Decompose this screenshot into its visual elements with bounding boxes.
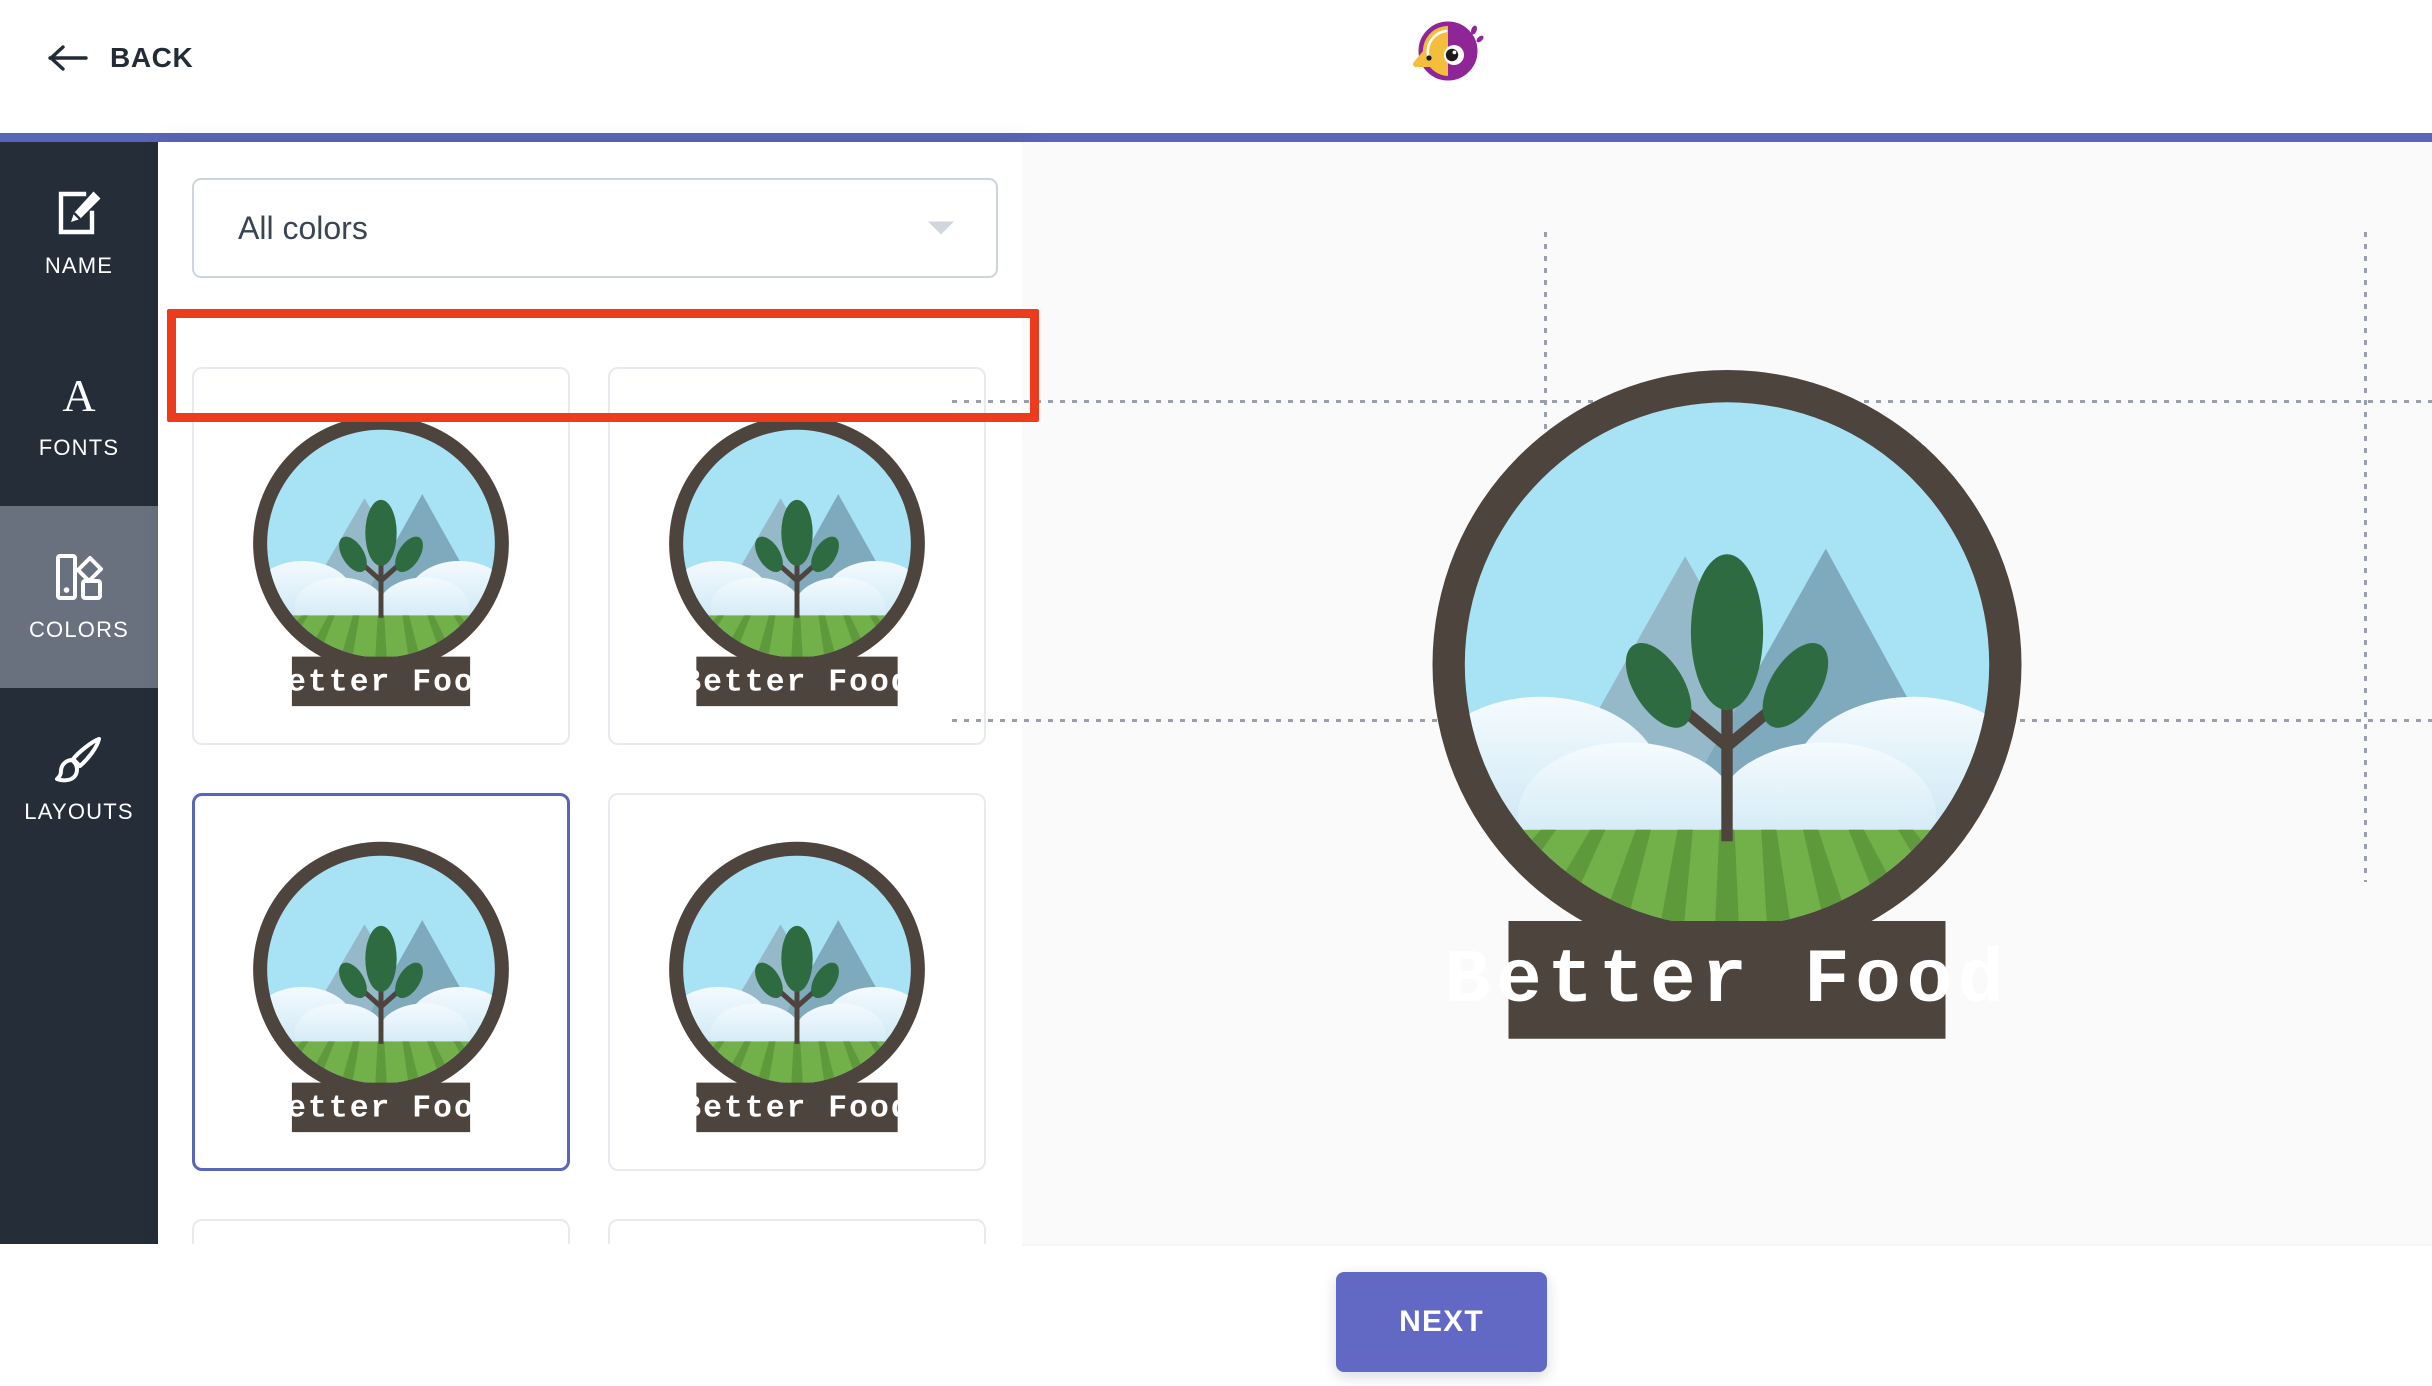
- options-panel: All colors Better Food Better Food Bette…: [158, 142, 1022, 1244]
- letter-a-serif-icon: A: [62, 370, 95, 421]
- sidebar-item-name-label: NAME: [44, 253, 114, 278]
- logo-preview-thumb: Better Food: [669, 841, 925, 1133]
- logo-thumbnail-card[interactable]: [608, 1219, 986, 1244]
- svg-text:Better Food: Better Food: [266, 665, 496, 700]
- paintbrush-icon: [55, 737, 101, 783]
- sidebar-item-fonts-label: FONTS: [38, 435, 120, 460]
- back-button-label: BACK: [110, 42, 194, 73]
- logo-preview-thumb: Better Food: [669, 415, 925, 707]
- svg-text:Better Food: Better Food: [266, 1091, 496, 1126]
- pencil-edit-icon: [58, 191, 101, 235]
- workspace: NAME A FONTS COLORS LAYOUTS All colors B…: [0, 142, 2432, 1244]
- svg-text:Better Food: Better Food: [682, 1091, 912, 1126]
- sidebar-item-colors-label: COLORS: [28, 617, 130, 642]
- logo-preview-thumb: Better Food: [253, 841, 509, 1133]
- logo-preview-thumb: Better Food: [253, 415, 509, 707]
- color-filter-wrapper: All colors: [192, 178, 998, 278]
- logo-brand-text: Better Food: [1445, 938, 2009, 1024]
- logo-main-preview: Better Food: [1432, 370, 2022, 1039]
- logo-preview-canvas: Better Food: [952, 142, 2432, 1244]
- logo-thumbnail-card[interactable]: Better Food: [608, 367, 986, 745]
- logo-thumbnail-card[interactable]: Better Food: [608, 793, 986, 1171]
- guide-line-vertical-right: [2364, 232, 2367, 882]
- logo-thumbnail-grid: Better Food Better Food Better Food Bett…: [192, 367, 1002, 1244]
- color-filter-value: All colors: [238, 209, 368, 246]
- logo-thumbnail-card[interactable]: Better Food: [192, 367, 570, 745]
- color-filter-dropdown[interactable]: All colors: [192, 178, 998, 278]
- arrow-left-icon: [48, 45, 88, 71]
- svg-text:A: A: [62, 370, 95, 421]
- next-button[interactable]: NEXT: [1336, 1272, 1547, 1372]
- sidebar-item-fonts[interactable]: A FONTS: [0, 324, 158, 506]
- sidebar-item-name[interactable]: NAME: [0, 142, 158, 324]
- sidebar-item-layouts[interactable]: LAYOUTS: [0, 688, 158, 870]
- logo-thumbnail-card-selected[interactable]: Better Food: [192, 793, 570, 1171]
- sidebar-nav: NAME A FONTS COLORS LAYOUTS: [0, 142, 158, 1244]
- chevron-down-icon: [928, 221, 954, 235]
- panel-shadow-divider: [1022, 1244, 2432, 1247]
- sidebar-item-colors[interactable]: COLORS: [0, 506, 158, 688]
- sidebar-item-layouts-label: LAYOUTS: [24, 799, 134, 824]
- parrot-bird-logo[interactable]: [1404, 18, 1492, 84]
- color-swatch-icon: [56, 554, 103, 600]
- logo-thumbnail-card[interactable]: [192, 1219, 570, 1244]
- back-button[interactable]: BACK: [48, 42, 193, 74]
- app-header: BACK: [0, 0, 2432, 133]
- svg-text:Better Food: Better Food: [682, 665, 912, 700]
- header-accent-rule: [0, 133, 2432, 142]
- app-footer: [0, 1244, 2432, 1386]
